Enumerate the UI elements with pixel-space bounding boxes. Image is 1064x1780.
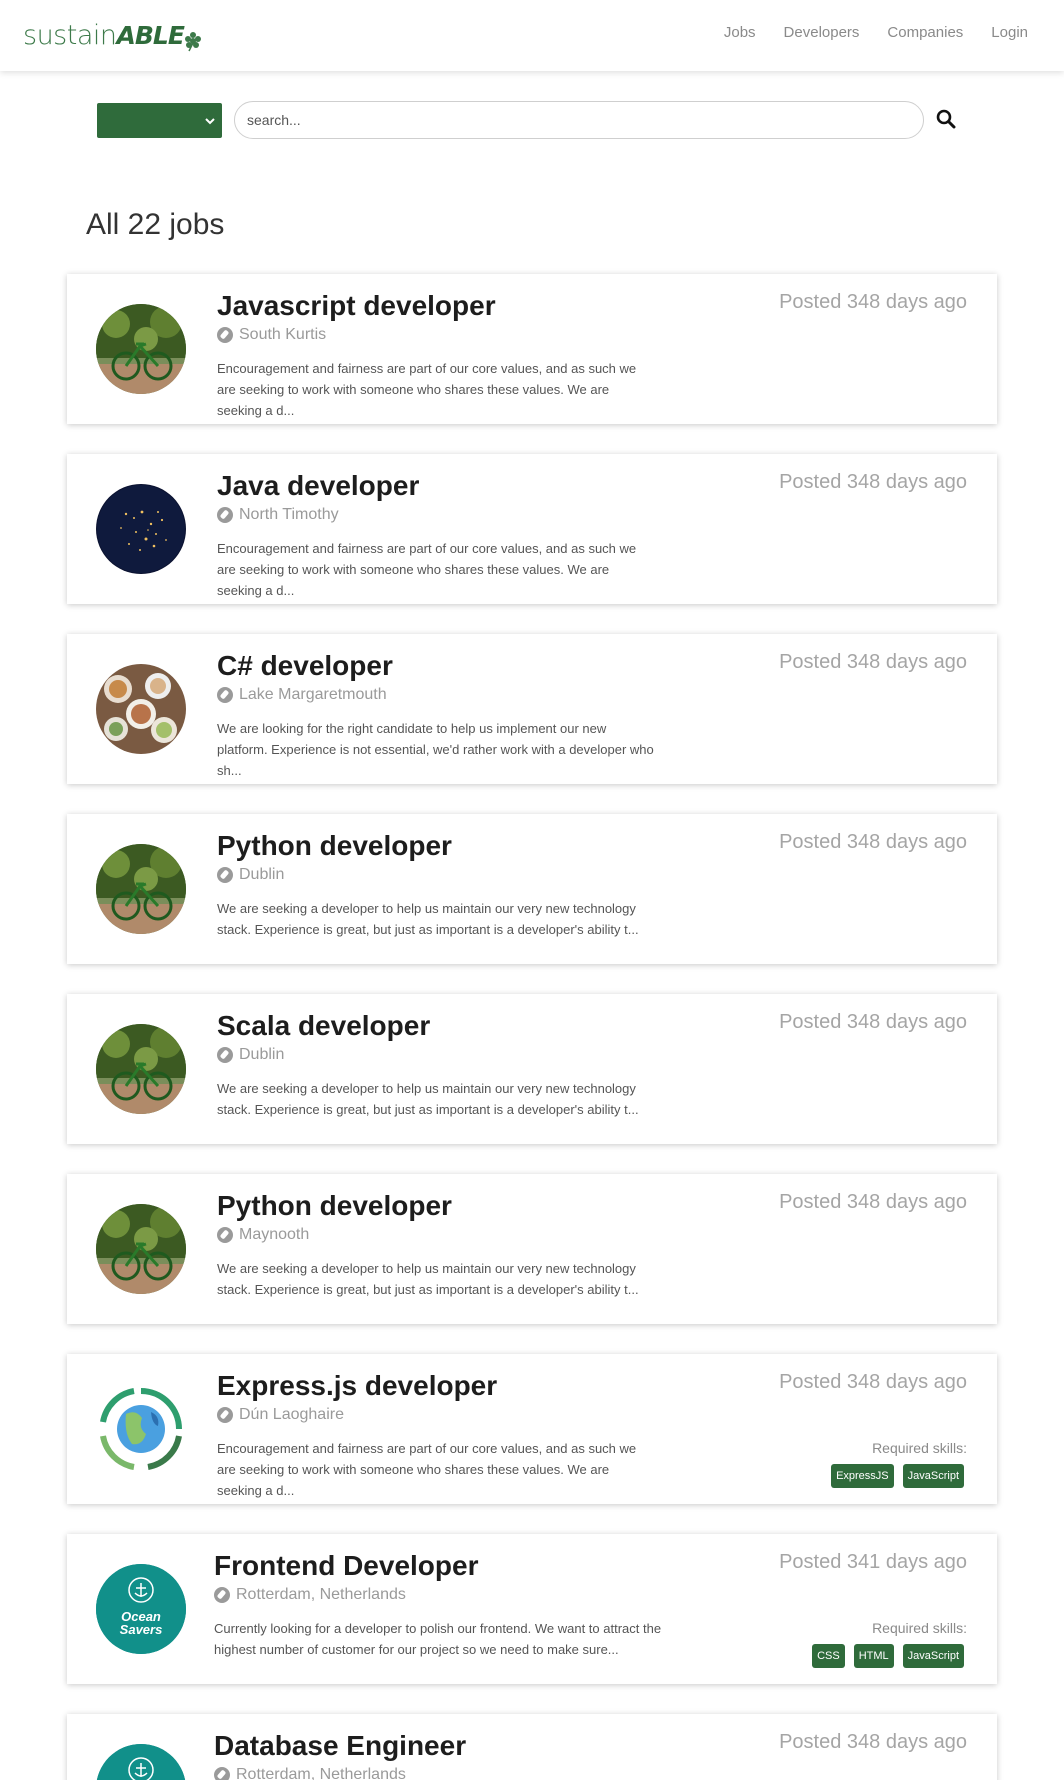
job-description: Encouragement and fairness are part of o… xyxy=(217,361,637,418)
skills-list: ExpressJS JavaScript xyxy=(831,1464,964,1488)
location-pin-icon xyxy=(217,327,233,343)
job-description: We are looking for the right candidate t… xyxy=(217,721,654,778)
job-card[interactable]: Python developer Maynooth We are seeking… xyxy=(67,1174,997,1324)
job-posted-date: Posted 348 days ago xyxy=(779,1731,967,1753)
company-logo-bike xyxy=(96,1204,186,1294)
skill-badge: JavaScript xyxy=(902,1644,964,1668)
search-bar xyxy=(97,100,967,140)
location-pin-icon xyxy=(214,1767,230,1780)
skill-badge: ExpressJS xyxy=(831,1464,894,1488)
job-description: We are seeking a developer to help us ma… xyxy=(217,1081,639,1117)
leaf-icon xyxy=(184,32,201,52)
search-icon[interactable] xyxy=(935,108,957,130)
job-posted-date: Posted 348 days ago xyxy=(779,651,967,673)
nav-link-jobs[interactable]: Jobs xyxy=(724,24,756,41)
job-location: Maynooth xyxy=(217,1226,309,1244)
skills-list: CSS HTML JavaScript xyxy=(812,1644,964,1668)
job-description: We are seeking a developer to help us ma… xyxy=(217,901,639,937)
job-title[interactable]: Javascript developer xyxy=(217,290,496,322)
job-title[interactable]: Java developer xyxy=(217,470,419,502)
job-description: Encouragement and fairness are part of o… xyxy=(217,541,637,598)
company-logo-bike xyxy=(96,304,186,394)
location-pin-icon xyxy=(214,1587,230,1603)
company-logo-globe xyxy=(96,1384,186,1474)
job-location: Dún Laoghaire xyxy=(217,1406,344,1424)
search-input[interactable] xyxy=(234,101,924,139)
job-title[interactable]: Frontend Developer xyxy=(214,1550,478,1582)
job-title[interactable]: Python developer xyxy=(217,830,452,862)
job-location: Dublin xyxy=(217,1046,284,1064)
skill-badge: JavaScript xyxy=(902,1464,964,1488)
anchor-icon xyxy=(96,1744,186,1780)
required-skills-label: Required skills: xyxy=(872,1620,967,1636)
jobs-count-heading: All 22 jobs xyxy=(86,208,225,241)
job-card[interactable]: C# developer Lake Margaretmouth We are l… xyxy=(67,634,997,784)
job-title[interactable]: Scala developer xyxy=(217,1010,430,1042)
job-posted-date: Posted 348 days ago xyxy=(779,291,967,313)
job-posted-date: Posted 348 days ago xyxy=(779,1011,967,1033)
job-card[interactable]: Database Engineer Rotterdam, Netherlands… xyxy=(67,1714,997,1780)
job-title[interactable]: Database Engineer xyxy=(214,1730,466,1762)
site-logo[interactable]: sustain ABLE xyxy=(23,14,204,54)
job-posted-date: Posted 348 days ago xyxy=(779,1191,967,1213)
ocean-savers-logo-text: Ocean Savers xyxy=(119,1609,163,1637)
job-card[interactable]: Python developer Dublin We are seeking a… xyxy=(67,814,997,964)
skill-badge: CSS xyxy=(812,1644,845,1668)
job-card[interactable]: Javascript developer South Kurtis Encour… xyxy=(67,274,997,424)
location-pin-icon xyxy=(217,867,233,883)
location-pin-icon xyxy=(217,1407,233,1423)
location-pin-icon xyxy=(217,507,233,523)
job-card[interactable]: Ocean Savers Frontend Developer Rotterda… xyxy=(67,1534,997,1684)
job-card[interactable]: Scala developer Dublin We are seeking a … xyxy=(67,994,997,1144)
job-description: Currently looking for a developer to pol… xyxy=(214,1621,662,1657)
job-posted-date: Posted 348 days ago xyxy=(779,831,967,853)
category-select[interactable] xyxy=(97,103,222,138)
job-title[interactable]: Express.js developer xyxy=(217,1370,497,1402)
chevron-down-icon xyxy=(205,118,215,125)
company-logo-bike xyxy=(96,1024,186,1114)
job-title[interactable]: C# developer xyxy=(217,650,393,682)
nav-link-login[interactable]: Login xyxy=(991,24,1028,41)
job-title[interactable]: Python developer xyxy=(217,1190,452,1222)
company-logo-earth xyxy=(96,484,186,574)
location-pin-icon xyxy=(217,1047,233,1063)
job-card[interactable]: Express.js developer Dún Laoghaire Encou… xyxy=(67,1354,997,1504)
job-location: Dublin xyxy=(217,866,284,884)
nav-link-developers[interactable]: Developers xyxy=(784,24,860,41)
job-description: We are seeking a developer to help us ma… xyxy=(217,1261,639,1297)
location-pin-icon xyxy=(217,1227,233,1243)
company-logo-ocean-savers xyxy=(96,1744,186,1780)
required-skills-label: Required skills: xyxy=(872,1440,967,1456)
job-location: Rotterdam, Netherlands xyxy=(214,1766,406,1780)
job-location: North Timothy xyxy=(217,506,339,524)
logo-text-bold: ABLE xyxy=(116,21,185,50)
nav-link-companies[interactable]: Companies xyxy=(887,24,963,41)
nav-links: Jobs Developers Companies Login xyxy=(724,24,1028,41)
job-posted-date: Posted 341 days ago xyxy=(779,1551,967,1573)
job-location: South Kurtis xyxy=(217,326,326,344)
job-description: Encouragement and fairness are part of o… xyxy=(217,1441,637,1498)
navbar: sustain ABLE Jobs Developers Companies L… xyxy=(0,0,1064,71)
company-logo-bike xyxy=(96,844,186,934)
skill-badge: HTML xyxy=(853,1644,894,1668)
job-posted-date: Posted 348 days ago xyxy=(779,471,967,493)
company-logo-ocean-savers: Ocean Savers xyxy=(96,1564,186,1654)
logo-text-light: sustain xyxy=(23,20,117,51)
job-location: Rotterdam, Netherlands xyxy=(214,1586,406,1604)
company-logo-food xyxy=(96,664,186,754)
job-posted-date: Posted 348 days ago xyxy=(779,1371,967,1393)
location-pin-icon xyxy=(217,687,233,703)
job-card[interactable]: Java developer North Timothy Encourageme… xyxy=(67,454,997,604)
job-location: Lake Margaretmouth xyxy=(217,686,387,704)
